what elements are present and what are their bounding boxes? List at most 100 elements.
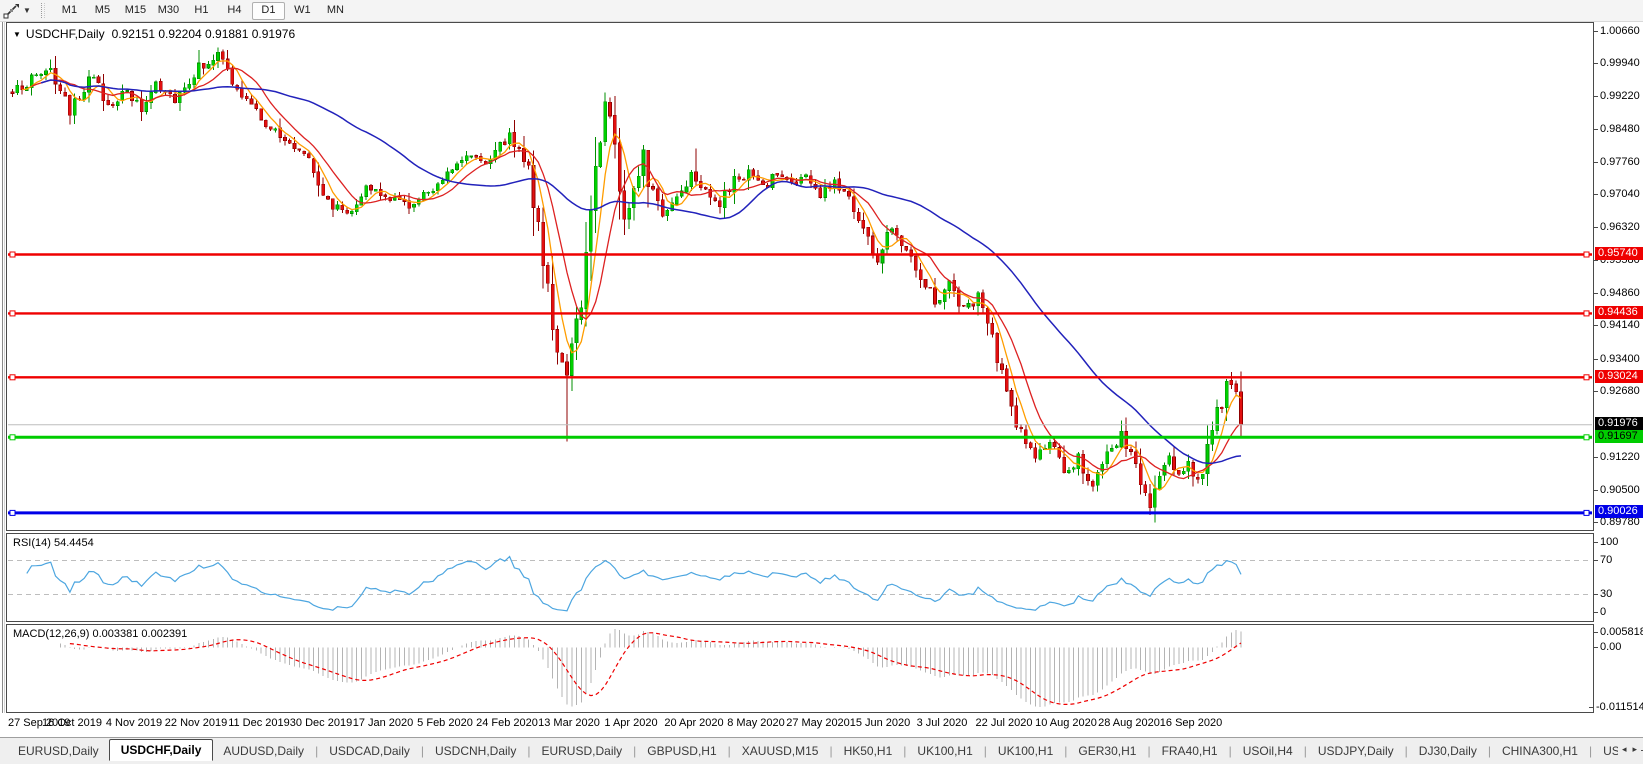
price-tick-label: 0.96320 [1593, 221, 1640, 233]
date-tick-label: 22 Jul 2020 [975, 717, 1033, 729]
tabs-scroll-left-icon[interactable]: ◂ [1622, 744, 1627, 755]
chart-tab-ger30-h1[interactable]: GER30,H1 [1068, 740, 1146, 762]
date-tick-label: 17 Jan 2020 [352, 717, 414, 729]
date-tick-label: 3 Jul 2020 [916, 717, 968, 729]
level-price-label: 0.93024 [1595, 370, 1643, 383]
timeframe-button-mn[interactable]: MN [320, 2, 351, 19]
date-tick-label: 16 Sep 2020 [1159, 717, 1223, 729]
tabs-scroll-right-icon[interactable]: ▸ [1632, 744, 1637, 755]
rsi-indicator-label: RSI(14) 54.4454 [13, 537, 94, 549]
price-tick-label: 0.98480 [1593, 123, 1640, 135]
rsi-line [26, 555, 1242, 612]
candlestick-series [10, 47, 1243, 523]
date-tick-label: 10 Aug 2020 [1035, 717, 1097, 729]
price-tick-label: 0.99220 [1593, 90, 1640, 102]
tab-scroll-arrows: ◂ ▸ [1617, 742, 1641, 757]
rsi-tick-label: 0 [1592, 606, 1607, 618]
ma-fast-line [22, 60, 1242, 491]
ma-mid-line [31, 67, 1242, 480]
price-tick-label: 0.92680 [1593, 385, 1640, 397]
date-tick-label: 28 Aug 2020 [1098, 717, 1160, 729]
date-tick-label: 27 May 2020 [786, 717, 850, 729]
timeframe-button-d1[interactable]: D1 [251, 1, 285, 20]
ma-slow-line [40, 79, 1242, 464]
chart-tab-usoil-h4[interactable]: USOil,H4 [1233, 740, 1303, 762]
symbol-period-label: USDCHF,Daily [25, 27, 105, 41]
chart-tab-eurusd-daily[interactable]: EURUSD,Daily [531, 740, 632, 762]
date-tick-label: 30 Dec 2019 [289, 717, 353, 729]
chart-tab-dj30-daily[interactable]: DJ30,Daily [1409, 740, 1487, 762]
window-edge-line-light [4, 22, 5, 713]
macd-panel[interactable] [6, 624, 1594, 713]
date-tick-label: 1 Apr 2020 [604, 717, 658, 729]
window-edge-line [2, 22, 3, 713]
macd-histogram [59, 629, 1242, 707]
main-chart-panel[interactable] [6, 22, 1594, 531]
rsi-tick-label: 30 [1592, 588, 1613, 600]
date-tick-label: 15 Jun 2020 [849, 717, 911, 729]
timeframe-button-group: M1 M5 M15 M30 H1 H4 D1 W1 MN [53, 1, 352, 20]
chart-title: ▼ USDCHF,Daily 0.92151 0.92204 0.91881 0.9… [13, 27, 295, 41]
chart-tab-eurusd-daily[interactable]: EURUSD,Daily [8, 740, 109, 762]
timeframe-button-h4[interactable]: H4 [219, 2, 250, 19]
chart-tab-usdchf-daily[interactable]: USDCHF,Daily [108, 739, 214, 761]
price-tick-label: 0.91220 [1593, 451, 1640, 463]
current-price-label: 0.91976 [1595, 417, 1643, 430]
chart-tab-usdcad-daily[interactable]: USDCAD,Daily [319, 740, 420, 762]
chart-tab-hk50-h1[interactable]: HK50,H1 [834, 740, 903, 762]
date-tick-label: 13 Mar 2020 [538, 717, 600, 729]
ohlc-quote-label: 0.92151 0.92204 0.91881 0.91976 [111, 27, 296, 41]
chart-tab-usdcnh-daily[interactable]: USDCNH,Daily [425, 740, 526, 762]
level-price-label: 0.95740 [1595, 247, 1643, 260]
price-tick-label: 0.99940 [1593, 57, 1640, 69]
timeframe-button-h1[interactable]: H1 [186, 2, 217, 19]
chart-tab-gbpusd-h1[interactable]: GBPUSD,H1 [637, 740, 726, 762]
price-tick-label: 0.90500 [1593, 484, 1640, 496]
tool-dropdown-caret-icon[interactable]: ▼ [23, 6, 31, 15]
chart-tab-audusd-daily[interactable]: AUDUSD,Daily [213, 740, 314, 762]
timeframe-button-m1[interactable]: M1 [54, 2, 85, 19]
macd-tick-label: -0.011514 [1589, 701, 1643, 713]
chart-tab-uk100-h1[interactable]: UK100,H1 [988, 740, 1063, 762]
price-tick-label: 0.97760 [1593, 156, 1640, 168]
price-tick-label: 0.94140 [1593, 319, 1640, 331]
chart-tab-usdjpy-daily[interactable]: USDJPY,Daily [1308, 740, 1404, 762]
chart-tab-fra40-h1[interactable]: FRA40,H1 [1152, 740, 1228, 762]
date-tick-label: 11 Dec 2019 [228, 717, 290, 729]
date-tick-label: 4 Nov 2019 [105, 717, 163, 729]
level-price-label: 0.94436 [1595, 306, 1643, 319]
drawing-tool-icon[interactable] [3, 3, 21, 19]
level-price-label: 0.90026 [1595, 505, 1643, 518]
chart-tab-china300-h1[interactable]: CHINA300,H1 [1492, 740, 1588, 762]
date-tick-label: 20 Apr 2020 [664, 717, 724, 729]
date-tick-label: 5 Feb 2020 [417, 717, 473, 729]
macd-chart-surface [59, 629, 1242, 707]
price-tick-label: 1.00660 [1593, 25, 1640, 37]
candlestick-chart-surface[interactable] [7, 23, 1593, 530]
trading-terminal-window: ▼ M1 M5 M15 M30 H1 H4 D1 W1 MN ▼ USDCHF,Daily 0.92… [0, 0, 1643, 764]
top-toolbar: ▼ M1 M5 M15 M30 H1 H4 D1 W1 MN [0, 0, 1643, 22]
timeframe-button-m15[interactable]: M15 [120, 2, 151, 19]
price-tick-label: 0.93400 [1593, 353, 1640, 365]
toolbar-grip[interactable] [40, 3, 45, 18]
horizontal-level-lines[interactable] [8, 251, 1592, 516]
rsi-tick-label: 100 [1592, 536, 1619, 548]
date-tick-label: 24 Feb 2020 [476, 717, 538, 729]
macd-tick-label: 0.005818 [1593, 626, 1643, 638]
date-tick-label: 22 Nov 2019 [164, 717, 228, 729]
price-tick-label: 0.97040 [1593, 188, 1640, 200]
chart-tab-uk100-h1[interactable]: UK100,H1 [907, 740, 982, 762]
chart-tab-xauusd-m15[interactable]: XAUUSD,M15 [732, 740, 829, 762]
rsi-tick-label: 70 [1592, 554, 1613, 566]
timeframe-button-w1[interactable]: W1 [287, 2, 318, 19]
collapse-indicator-icon[interactable]: ▼ [13, 30, 21, 39]
date-tick-label: 16 Oct 2019 [42, 717, 102, 729]
timeframe-button-m5[interactable]: M5 [87, 2, 118, 19]
macd-tick-label: 0.00 [1592, 640, 1622, 653]
level-price-label: 0.91697 [1595, 430, 1643, 443]
chart-tab-bar: EURUSD,Daily USDCHF,Daily AUDUSD,Daily | USD… [0, 737, 1643, 764]
rsi-panel[interactable] [6, 533, 1594, 622]
timeframe-button-m30[interactable]: M30 [153, 2, 184, 19]
macd-signal-line [69, 632, 1242, 706]
price-tick-label: 0.94860 [1593, 287, 1640, 299]
